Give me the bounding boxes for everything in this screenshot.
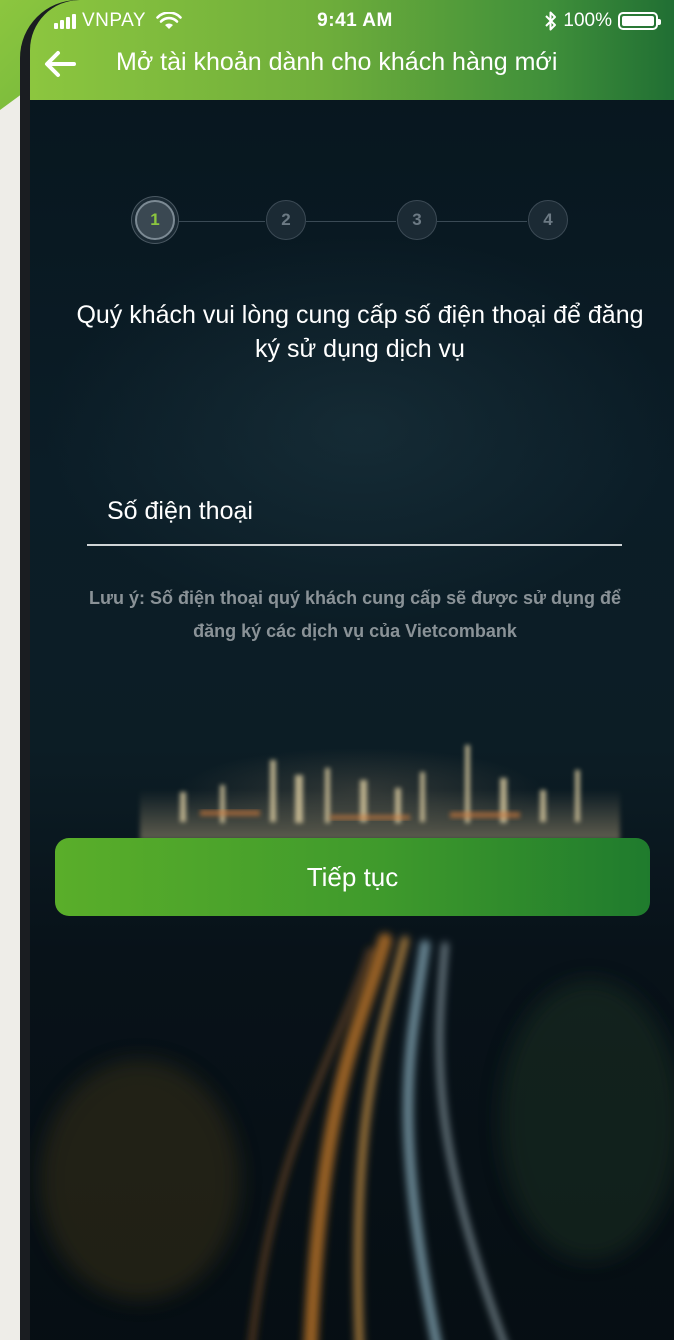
step-connector: [175, 221, 265, 222]
app-screen: VNPAY 9:41 AM 100% Mở tài khoản dành cho…: [30, 0, 674, 1340]
phone-frame: VNPAY 9:41 AM 100% Mở tài khoản dành cho…: [20, 0, 674, 1340]
phone-number-field[interactable]: [87, 486, 622, 546]
battery-percentage: 100%: [563, 10, 612, 31]
status-bar: VNPAY 9:41 AM 100%: [30, 6, 674, 38]
continue-button[interactable]: Tiếp tục: [55, 838, 650, 916]
battery-icon: [618, 12, 661, 30]
step-4: 4: [528, 200, 568, 240]
arrow-left-icon: [45, 51, 76, 77]
step-3: 3: [397, 200, 437, 240]
step-connector: [306, 221, 396, 222]
navigation-bar: Mở tài khoản dành cho khách hàng mới: [30, 40, 674, 86]
highway-light-trails-background: [40, 933, 674, 1340]
status-right: 100%: [545, 10, 661, 32]
app-header: VNPAY 9:41 AM 100% Mở tài khoản dành cho…: [30, 0, 674, 100]
instruction-text: Quý khách vui lòng cung cấp số điện thoạ…: [76, 301, 644, 363]
note-text: Lưu ý: Số điện thoại quý khách cung cấp …: [89, 588, 621, 641]
city-lights-background: [140, 745, 620, 840]
step-1: 1: [135, 200, 175, 240]
phone-number-input[interactable]: [105, 496, 609, 527]
bluetooth-icon: [545, 11, 557, 31]
page-title: Mở tài khoản dành cho khách hàng mới: [116, 48, 558, 76]
page: VNPAY 9:41 AM 100% Mở tài khoản dành cho…: [0, 0, 674, 1340]
progress-stepper: 1 2 3 4: [135, 200, 575, 244]
back-button[interactable]: [40, 44, 80, 84]
step-2: 2: [266, 200, 306, 240]
step-connector: [437, 221, 527, 222]
